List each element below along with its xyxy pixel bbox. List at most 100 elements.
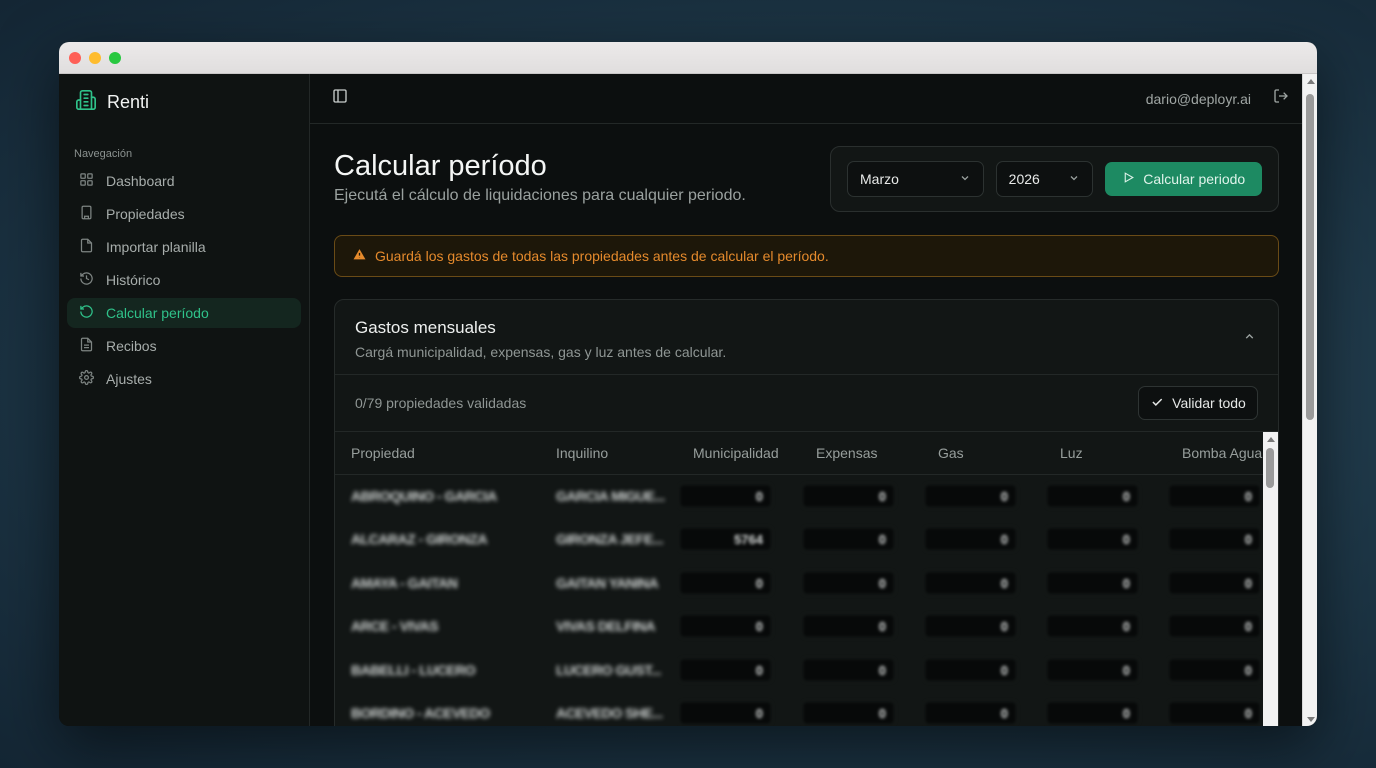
rotate-icon [79,304,94,322]
chevron-up-icon[interactable] [1243,330,1256,348]
card-header[interactable]: Gastos mensuales Cargá municipalidad, ex… [335,300,1278,375]
expenses-table-wrap: Propiedad Inquilino Municipalidad Expens… [335,432,1278,726]
amount-input[interactable]: 0 [924,570,1017,595]
sidebar-item-label: Propiedades [106,206,185,222]
amount-input[interactable]: 0 [1168,570,1261,595]
card-toolbar: 0/79 propiedades validadas Validar todo [335,375,1278,432]
amount-cell: 0 [800,518,922,562]
amount-cell: 0 [677,474,800,518]
amount-cell: 0 [922,518,1044,562]
amount-input[interactable]: 0 [1168,701,1261,726]
sidebar-item-ajustes[interactable]: Ajustes [67,364,301,394]
amount-input[interactable]: 0 [802,657,895,682]
logout-icon[interactable] [1273,88,1289,109]
tenant-cell: GIRONZA JEFE... [556,531,664,548]
sidebar-item-importar-planilla[interactable]: Importar planilla [67,232,301,262]
amount-cell: 0 [922,648,1044,692]
table-row: AMAYA - GAITAN GAITAN YANINA 0 0 0 0 0 [335,561,1265,605]
column-header[interactable]: Municipalidad [677,432,800,475]
amount-input[interactable]: 0 [802,570,895,595]
sidebar-item-label: Dashboard [106,173,175,189]
amount-cell: 0 [800,561,922,605]
column-header[interactable]: Expensas [800,432,922,475]
table-scroll-thumb[interactable] [1266,448,1274,488]
amount-input[interactable]: 0 [1168,614,1261,639]
maximize-window-button[interactable] [109,51,121,64]
column-header[interactable]: Luz [1044,432,1166,475]
amount-input[interactable]: 0 [802,527,895,552]
amount-input[interactable]: 0 [1046,484,1139,508]
history-icon [79,271,94,289]
page-header: Calcular período Ejecutá el cálculo de l… [334,146,1279,212]
amount-input[interactable]: 0 [1046,614,1139,639]
amount-input[interactable]: 0 [802,614,895,639]
amount-input[interactable]: 0 [679,657,772,682]
amount-input[interactable]: 0 [802,484,895,508]
sidebar-item-propiedades[interactable]: Propiedades [67,199,301,229]
amount-cell: 0 [1044,561,1166,605]
table-row: BORDINO - ACEVEDO ACEVEDO SHE... 0 0 0 0 0 [335,692,1265,727]
amount-cell: 0 [800,648,922,692]
scroll-down-arrow-icon[interactable] [1307,717,1315,722]
user-email: dario@deployr.ai [1145,90,1251,107]
year-select[interactable]: 2026 [995,161,1094,197]
sidebar-item-calcular-periodo[interactable]: Calcular período [67,298,301,328]
amount-input[interactable]: 0 [1046,701,1139,726]
sidebar-toggle-icon[interactable] [332,88,348,109]
amount-input[interactable]: 0 [924,527,1017,552]
play-icon [1122,171,1135,187]
column-header[interactable]: Gas [922,432,1044,475]
amount-input[interactable]: 0 [802,701,895,726]
scroll-up-arrow-icon[interactable] [1267,437,1275,442]
amount-input[interactable]: 0 [679,701,772,726]
column-header[interactable]: Propiedad [335,432,540,475]
month-value: Marzo [860,171,899,187]
warning-icon [353,248,366,264]
amount-input[interactable]: 0 [1168,527,1261,552]
amount-input[interactable]: 0 [679,614,772,639]
minimize-window-button[interactable] [89,51,101,64]
sidebar-item-label: Recibos [106,338,157,354]
scroll-up-arrow-icon[interactable] [1307,79,1315,84]
amount-input[interactable]: 0 [1046,657,1139,682]
validate-all-button[interactable]: Validar todo [1138,386,1258,420]
amount-cell: 0 [1166,605,1265,649]
amount-input[interactable]: 0 [679,570,772,595]
amount-input[interactable]: 0 [924,614,1017,639]
amount-input[interactable]: 5764 [679,527,772,552]
page-content: Calcular período Ejecutá el cálculo de l… [334,124,1279,726]
amount-input[interactable]: 0 [924,657,1017,682]
month-select[interactable]: Marzo [847,161,984,197]
sidebar-item-recibos[interactable]: Recibos [67,331,301,361]
page-scrollbar[interactable] [1302,74,1317,726]
amount-input[interactable]: 0 [1168,657,1261,682]
amount-input[interactable]: 0 [924,701,1017,726]
table-row: ALCARAZ - GIRONZA GIRONZA JEFE... 5764 0 0 0 0 [335,518,1265,562]
amount-input[interactable]: 0 [679,484,772,508]
calculate-period-button[interactable]: Calcular periodo [1105,162,1262,196]
file-import-icon [79,238,94,256]
grid-icon [79,172,94,190]
tenant-cell: GAITAN YANINA [556,574,659,591]
amount-cell: 0 [1044,605,1166,649]
column-header[interactable]: Bomba Agua [1166,432,1265,475]
close-window-button[interactable] [69,51,81,64]
tenant-cell: VIVAS DELFINA [556,618,656,635]
sidebar-item-dashboard[interactable]: Dashboard [67,166,301,196]
property-cell: BABELLI - LUCERO [351,661,476,678]
amount-input[interactable]: 0 [1046,527,1139,552]
year-value: 2026 [1008,171,1040,187]
brand[interactable]: Renti [67,89,301,112]
table-scrollbar[interactable] [1263,432,1278,726]
period-controls: Marzo 2026 Calcular periodo [830,146,1279,212]
column-header[interactable]: Inquilino [540,432,677,475]
amount-input[interactable]: 0 [924,484,1017,508]
gear-icon [79,370,94,388]
sidebar-item-historico[interactable]: Histórico [67,265,301,295]
sidebar-item-label: Ajustes [106,371,152,387]
amount-input[interactable]: 0 [1046,570,1139,595]
amount-cell: 0 [1166,561,1265,605]
page-scroll-thumb[interactable] [1306,94,1314,420]
amount-cell: 0 [922,605,1044,649]
amount-input[interactable]: 0 [1168,484,1261,508]
